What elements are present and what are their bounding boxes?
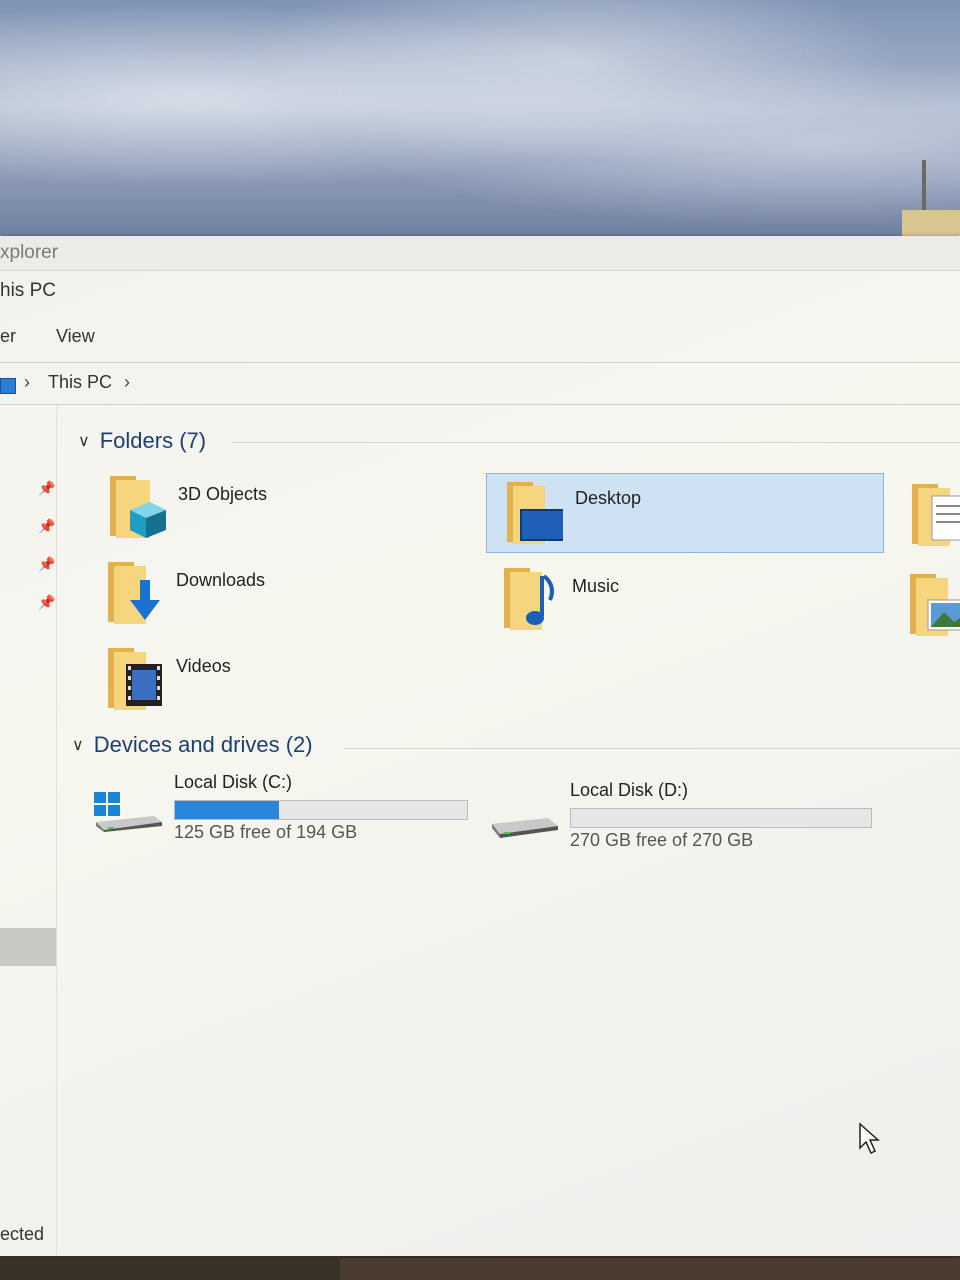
pin-icon[interactable]: 📌 — [38, 518, 55, 534]
address-bar[interactable]: › This PC › — [0, 368, 960, 405]
chevron-down-icon[interactable]: ∨ — [72, 735, 84, 755]
documents-folder-icon — [912, 484, 960, 546]
ribbon-tab-view[interactable]: View — [56, 326, 95, 347]
drive-icon — [492, 818, 558, 838]
folder-downloads[interactable]: Downloads — [106, 560, 366, 630]
desktop-background — [0, 0, 960, 240]
breadcrumb-separator-icon[interactable]: › — [24, 372, 30, 393]
folder-desktop[interactable]: Desktop — [486, 473, 884, 553]
ribbon-tab-computer[interactable]: er — [0, 326, 16, 347]
chevron-down-icon[interactable]: ∨ — [78, 431, 90, 451]
drive-usage-bar — [570, 808, 872, 828]
folder-label: Music — [572, 576, 620, 596]
folder-music[interactable]: Music — [502, 566, 762, 636]
title-bar[interactable]: xplorer — [0, 236, 960, 271]
mouse-cursor-icon — [859, 1122, 880, 1155]
3d-objects-folder-icon — [110, 476, 166, 538]
drive-free-space: 125 GB free of 194 GB — [174, 822, 358, 842]
folder-label: Videos — [176, 656, 231, 676]
pin-icon[interactable]: 📌 — [38, 594, 55, 610]
monitor-bezel — [340, 1258, 960, 1280]
folder-videos[interactable]: Videos — [106, 646, 366, 716]
nav-item-selected[interactable] — [0, 928, 56, 966]
navigation-pane: 📌 📌 📌 📌 — [0, 406, 57, 1256]
drive-usage-bar — [174, 800, 468, 820]
drives-group-header[interactable]: ∨ Devices and drives (2) — [72, 732, 313, 758]
ribbon: er View — [0, 322, 960, 363]
drive-local-disk-c[interactable]: Local Disk (C:) 125 GB free of 194 GB — [94, 772, 474, 846]
folder-label: 3D Objects — [178, 484, 268, 504]
status-bar-text: ected — [0, 1224, 45, 1244]
desktop-folder-icon — [507, 482, 563, 544]
breadcrumb-this-pc[interactable]: This PC — [48, 372, 112, 393]
folder-3d-objects[interactable]: 3D Objects — [108, 474, 368, 544]
folder-label: Downloads — [176, 570, 266, 590]
folder-label: Desktop — [575, 488, 642, 508]
downloads-folder-icon — [108, 562, 160, 624]
this-pc-icon — [0, 378, 16, 394]
group-divider — [232, 442, 960, 443]
file-explorer-window: xplorer his PC er View › This PC › 📌 📌 📌… — [0, 236, 960, 1256]
music-folder-icon — [504, 568, 554, 630]
drive-usage-fill — [175, 801, 279, 819]
drive-name: Local Disk (D:) — [570, 780, 689, 800]
pin-icon[interactable]: 📌 — [38, 480, 55, 496]
pictures-folder-icon — [910, 574, 960, 636]
pin-icon[interactable]: 📌 — [38, 556, 55, 572]
drive-name: Local Disk (C:) — [174, 772, 293, 792]
folders-group-header[interactable]: ∨ Folders (7) — [78, 428, 206, 454]
drives-group-title: Devices and drives (2) — [93, 732, 313, 757]
folder-documents-partial[interactable] — [910, 482, 960, 548]
videos-folder-icon — [108, 648, 162, 710]
breadcrumb-chevron-icon[interactable]: › — [124, 372, 130, 393]
folders-group-title: Folders (7) — [99, 428, 207, 453]
drive-local-disk-d[interactable]: Local Disk (D:) 270 GB free of 270 GB — [490, 780, 880, 854]
location-title: his PC — [0, 280, 56, 301]
windows-drive-icon — [94, 792, 162, 832]
drive-free-space: 270 GB free of 270 GB — [570, 830, 754, 850]
group-divider — [344, 748, 960, 749]
window-title: xplorer — [0, 242, 59, 263]
folder-pictures-partial[interactable] — [908, 572, 960, 638]
